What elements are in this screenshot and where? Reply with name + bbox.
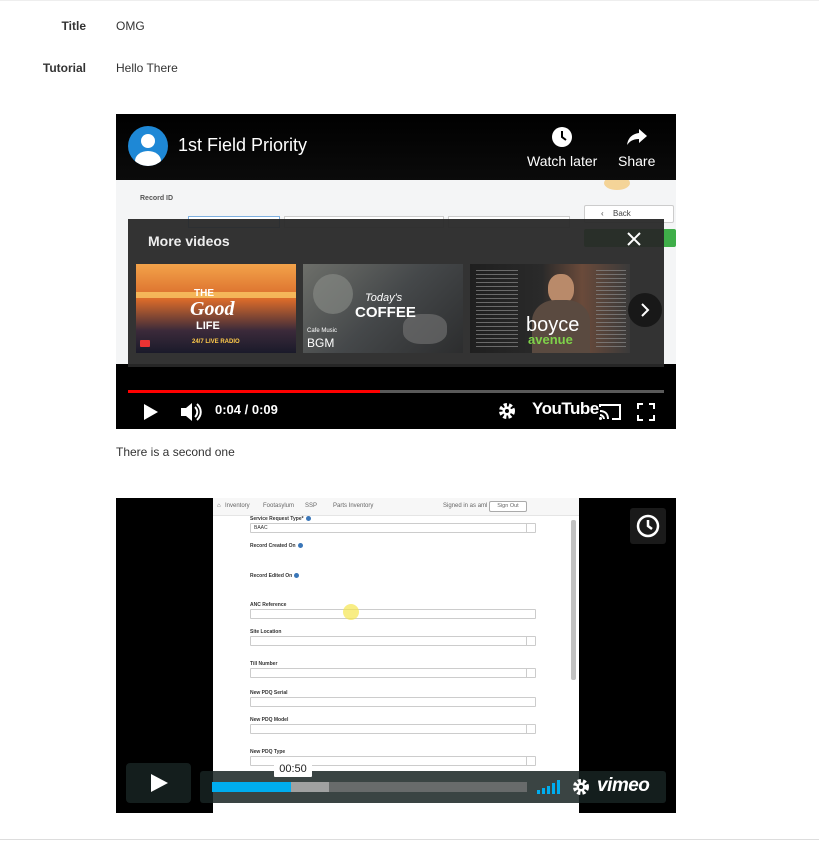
form-label: Record Created On <box>250 543 303 549</box>
form-label: ANC Reference <box>250 602 287 608</box>
vimeo-player[interactable]: ⌂ Inventory Footasylum SSP Parts Invento… <box>116 498 676 813</box>
volume-bars-icon[interactable] <box>537 780 561 794</box>
youtube-progress-fill <box>128 390 380 393</box>
vimeo-progress-fill <box>212 782 291 792</box>
title-label: Title <box>61 19 86 33</box>
app-navbar: ⌂ Inventory Footasylum SSP Parts Invento… <box>213 498 579 516</box>
video-thumbnail[interactable]: boyce avenue <box>470 264 630 353</box>
thumbnail-text: 24/7 LIVE RADIO <box>192 339 240 345</box>
sign-out-button: Sign Out <box>489 501 527 512</box>
bottom-divider <box>0 839 819 840</box>
second-video-text: There is a second one <box>116 445 235 459</box>
form-input <box>250 609 536 619</box>
form-label: Till Number <box>250 661 278 667</box>
signed-in-text: Signed in as aml <box>443 503 488 509</box>
time-tooltip: 00:50 <box>274 762 312 777</box>
info-icon <box>297 543 303 549</box>
more-videos-title: More videos <box>148 233 230 249</box>
video-thumbnail[interactable]: THE Good LIFE 24/7 LIVE RADIO <box>136 264 296 353</box>
vimeo-video-frame[interactable]: ⌂ Inventory Footasylum SSP Parts Invento… <box>213 498 579 813</box>
vimeo-logo[interactable]: vimeo <box>597 775 650 797</box>
title-value: OMG <box>116 19 145 33</box>
cursor-highlight <box>343 604 359 620</box>
play-button[interactable] <box>126 763 191 803</box>
tutorial-label: Tutorial <box>42 61 86 75</box>
watch-later-button[interactable]: Watch later <box>527 126 597 169</box>
channel-avatar[interactable] <box>128 126 168 166</box>
form-select <box>250 724 536 734</box>
video-thumbnail[interactable]: Today's COFFEE Cafe Music BGM <box>303 264 463 353</box>
info-icon <box>294 573 300 579</box>
form-label: Site Location <box>250 629 282 635</box>
youtube-progress-bar[interactable] <box>128 390 664 393</box>
video-title[interactable]: 1st Field Priority <box>178 135 307 156</box>
form-select <box>250 668 536 678</box>
share-button[interactable]: Share <box>618 126 655 169</box>
tutorial-value: Hello There <box>116 61 178 75</box>
clock-icon <box>552 127 573 147</box>
more-videos-panel: More videos THE Good LIFE 24/7 LIVE RADI… <box>128 219 664 367</box>
next-videos-button[interactable] <box>628 293 662 327</box>
clock-icon <box>636 514 660 538</box>
form-label: Record Edited On <box>250 573 300 579</box>
time-display: 0:04 / 0:09 <box>215 402 278 417</box>
watch-later-button[interactable] <box>630 508 666 544</box>
form-input <box>250 697 536 707</box>
gear-icon[interactable] <box>572 778 590 796</box>
live-radio-icon <box>140 340 150 347</box>
fullscreen-icon[interactable] <box>637 403 655 421</box>
nav-item: Parts Inventory <box>333 503 374 509</box>
scrollbar-thumb <box>571 520 576 680</box>
share-label: Share <box>618 153 656 169</box>
play-icon[interactable] <box>143 403 159 421</box>
thumbnail-text: Good <box>190 298 235 320</box>
back-button-label: Back <box>613 209 631 218</box>
thumbnail-text: Cafe Music <box>307 328 338 334</box>
thumbnail-text: BGM <box>307 336 335 350</box>
home-icon: ⌂ <box>217 503 221 509</box>
thumbnail-text: LIFE <box>196 320 220 332</box>
form-label: New PDQ Model <box>250 717 289 723</box>
form-select <box>250 636 536 646</box>
gear-icon[interactable] <box>498 402 516 420</box>
youtube-controls: 0:04 / 0:09 YouTube <box>116 394 676 429</box>
form-label: New PDQ Serial <box>250 690 288 696</box>
record-id-label: Record ID <box>140 195 174 202</box>
form-label: Service Request Type* <box>250 516 311 522</box>
share-arrow-icon <box>626 129 647 145</box>
top-divider <box>0 0 819 1</box>
play-icon <box>151 774 168 792</box>
chevron-right-icon <box>641 303 650 317</box>
thumbnail-text: COFFEE <box>355 304 416 321</box>
form-select: BAAC <box>250 523 536 533</box>
youtube-player[interactable]: Record ID ‹ Back 1st Field Priority Watc… <box>116 114 676 429</box>
vimeo-progress-bar[interactable] <box>212 782 527 792</box>
nav-item: Footasylum <box>263 503 295 509</box>
cast-icon[interactable] <box>599 403 621 421</box>
youtube-logo[interactable]: YouTube <box>532 399 599 419</box>
info-icon <box>305 516 311 522</box>
thumbnail-text: Today's <box>365 292 403 304</box>
close-icon[interactable] <box>624 229 644 249</box>
nav-item: Inventory <box>225 503 250 509</box>
nav-item: SSP <box>305 503 318 509</box>
volume-icon[interactable] <box>179 401 203 423</box>
form-label: New PDQ Type <box>250 749 286 755</box>
thumbnail-text: avenue <box>528 332 573 347</box>
youtube-header: 1st Field Priority Watch later Share <box>116 114 676 180</box>
watch-later-label: Watch later <box>527 153 598 169</box>
